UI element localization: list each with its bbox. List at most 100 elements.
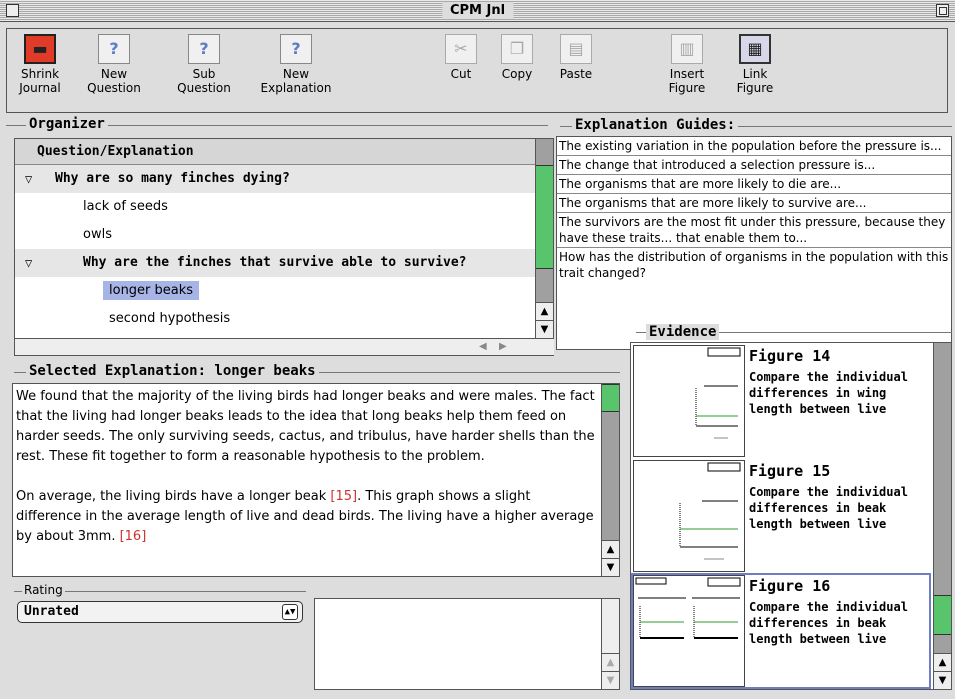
button-label: Journal — [19, 81, 61, 95]
insert-figure-icon: ▥ — [671, 34, 703, 64]
guide-item[interactable]: The change that introduced a selection p… — [557, 156, 951, 175]
rating-comment-field[interactable]: ▲ ▼ — [314, 598, 620, 690]
cut-button[interactable]: ✂ Cut — [439, 34, 483, 81]
evidence-scrollbar[interactable]: ▲ ▼ — [933, 343, 951, 689]
figure-reference-link[interactable]: [16] — [120, 529, 147, 544]
scroll-up-icon[interactable]: ▲ — [602, 540, 619, 558]
question-row[interactable]: ▽ Why are so many finches dying? — [15, 165, 535, 193]
insert-figure-button[interactable]: ▥ Insert Figure — [659, 34, 715, 95]
horizontal-scrollbar[interactable]: ◀ ▶ — [15, 338, 554, 355]
figure-item[interactable]: Figure 14 Compare the individual differe… — [633, 345, 929, 457]
comment-scrollbar[interactable]: ▲ ▼ — [601, 599, 619, 689]
evidence-list: Figure 14 Compare the individual differe… — [630, 342, 952, 690]
explanation-text: second hypothesis — [109, 311, 231, 326]
new-explanation-button[interactable]: ? New Explanation — [251, 34, 341, 95]
scroll-thumb[interactable] — [602, 384, 619, 412]
updown-arrows-icon: ▲▼ — [282, 604, 298, 620]
text-run: On average, the living birds have a long… — [16, 489, 331, 504]
sub-question-button[interactable]: ? Sub Question — [169, 34, 239, 95]
sub-question-icon: ? — [188, 34, 220, 64]
scroll-down-icon[interactable]: ▼ — [602, 558, 619, 576]
rating-value: Unrated — [24, 604, 79, 619]
figure-title: Figure 14 — [749, 347, 831, 365]
button-label: Figure — [736, 81, 774, 95]
scroll-down-icon[interactable]: ▼ — [536, 320, 553, 338]
scroll-left-icon[interactable]: ◀ — [479, 339, 487, 355]
scissors-icon: ✂ — [445, 34, 477, 64]
shrink-journal-icon: ▬ — [24, 34, 56, 64]
scroll-down-icon[interactable]: ▼ — [602, 671, 619, 689]
title-bar[interactable]: CPM Jnl — [0, 0, 955, 22]
scroll-up-icon[interactable]: ▲ — [602, 653, 619, 671]
new-question-icon: ? — [98, 34, 130, 64]
explanation-body[interactable]: We found that the majority of the living… — [16, 387, 596, 547]
button-label: Copy — [501, 67, 533, 81]
scroll-up-icon[interactable]: ▲ — [536, 302, 553, 320]
figure-title: Figure 16 — [749, 577, 831, 595]
evidence-label: Evidence — [646, 324, 720, 340]
figure-description: Compare the individual differences in be… — [749, 485, 908, 531]
button-label: Insert — [669, 67, 705, 81]
explanation-row[interactable]: lack of seeds — [15, 193, 535, 221]
shrink-journal-button[interactable]: ▬ Shrink Journal — [11, 34, 69, 95]
scroll-right-icon[interactable]: ▶ — [499, 339, 507, 355]
figure-thumbnail — [633, 460, 745, 572]
guides-label: Explanation Guides: — [572, 117, 739, 133]
link-figure-button[interactable]: ▦ Link Figure — [727, 34, 783, 95]
link-figure-icon: ▦ — [739, 34, 771, 64]
explanation-guides-list: The existing variation in the population… — [556, 136, 952, 350]
button-label: New — [100, 67, 128, 81]
explanation-text: lack of seeds — [83, 199, 168, 214]
guide-item[interactable]: The organisms that are more likely to di… — [557, 175, 951, 194]
button-label: Paste — [559, 67, 593, 81]
graph-thumbnail-icon — [679, 462, 741, 560]
explanation-text: owls — [83, 227, 112, 242]
scroll-up-icon[interactable]: ▲ — [934, 653, 951, 671]
new-question-button[interactable]: ? New Question — [79, 34, 149, 95]
disclosure-triangle-icon[interactable]: ▽ — [25, 249, 32, 277]
toolbar: ▬ Shrink Journal ? New Question ? Sub Qu… — [6, 28, 948, 113]
organizer-list: Question/Explanation ▽ Why are so many f… — [14, 138, 554, 356]
guide-item[interactable]: The organisms that are more likely to su… — [557, 194, 951, 213]
explanation-text-area[interactable]: We found that the majority of the living… — [12, 383, 620, 577]
copy-button[interactable]: ❐ Copy — [493, 34, 541, 81]
explanation-row[interactable]: owls — [15, 221, 535, 249]
paragraph: We found that the majority of the living… — [16, 389, 595, 464]
button-label: Shrink — [20, 67, 60, 81]
figure-item-selected[interactable]: Figure 16 Compare the individual differe… — [631, 573, 931, 689]
explanation-row-selected[interactable]: longer beaks — [15, 277, 535, 305]
graph-thumbnail-icon — [635, 577, 741, 639]
button-label: Question — [177, 81, 231, 95]
figure-description: Compare the individual differences in wi… — [749, 370, 908, 416]
paragraph: On average, the living birds have a long… — [16, 487, 596, 547]
button-label: Sub — [192, 67, 216, 81]
rating-select[interactable]: Unrated ▲▼ — [17, 601, 303, 623]
guide-item[interactable]: The survivors are the most fit under thi… — [557, 213, 951, 248]
figure-reference-link[interactable]: [15] — [330, 489, 357, 504]
guide-item[interactable]: The existing variation in the population… — [557, 137, 951, 156]
button-label: Link — [742, 67, 768, 81]
close-box[interactable] — [6, 4, 19, 17]
zoom-box[interactable] — [936, 4, 949, 17]
guide-item[interactable]: How has the distribution of organisms in… — [557, 248, 951, 282]
figure-item[interactable]: Figure 15 Compare the individual differe… — [633, 460, 929, 572]
new-explanation-icon: ? — [280, 34, 312, 64]
button-label: Cut — [450, 67, 472, 81]
paste-icon: ▤ — [560, 34, 592, 64]
explanation-scrollbar[interactable]: ▲ ▼ — [601, 384, 619, 576]
button-label: New — [282, 67, 310, 81]
selected-explanation-label: Selected Explanation: longer beaks — [26, 363, 319, 379]
button-label: Question — [87, 81, 141, 95]
scroll-down-icon[interactable]: ▼ — [934, 671, 951, 689]
explanation-row[interactable]: second hypothesis — [15, 305, 535, 333]
selected-explanation-text: longer beaks — [103, 281, 200, 300]
disclosure-triangle-icon[interactable]: ▽ — [25, 165, 32, 193]
scroll-thumb[interactable] — [934, 595, 951, 635]
column-header[interactable]: Question/Explanation — [15, 139, 535, 165]
graph-thumbnail-icon — [695, 347, 741, 439]
scroll-thumb[interactable] — [536, 165, 553, 269]
question-row[interactable]: ▽ Why are the finches that survive able … — [15, 249, 535, 277]
organizer-scrollbar[interactable]: ▲ ▼ — [535, 139, 553, 338]
figure-description: Compare the individual differences in be… — [749, 600, 908, 646]
paste-button[interactable]: ▤ Paste — [551, 34, 601, 81]
